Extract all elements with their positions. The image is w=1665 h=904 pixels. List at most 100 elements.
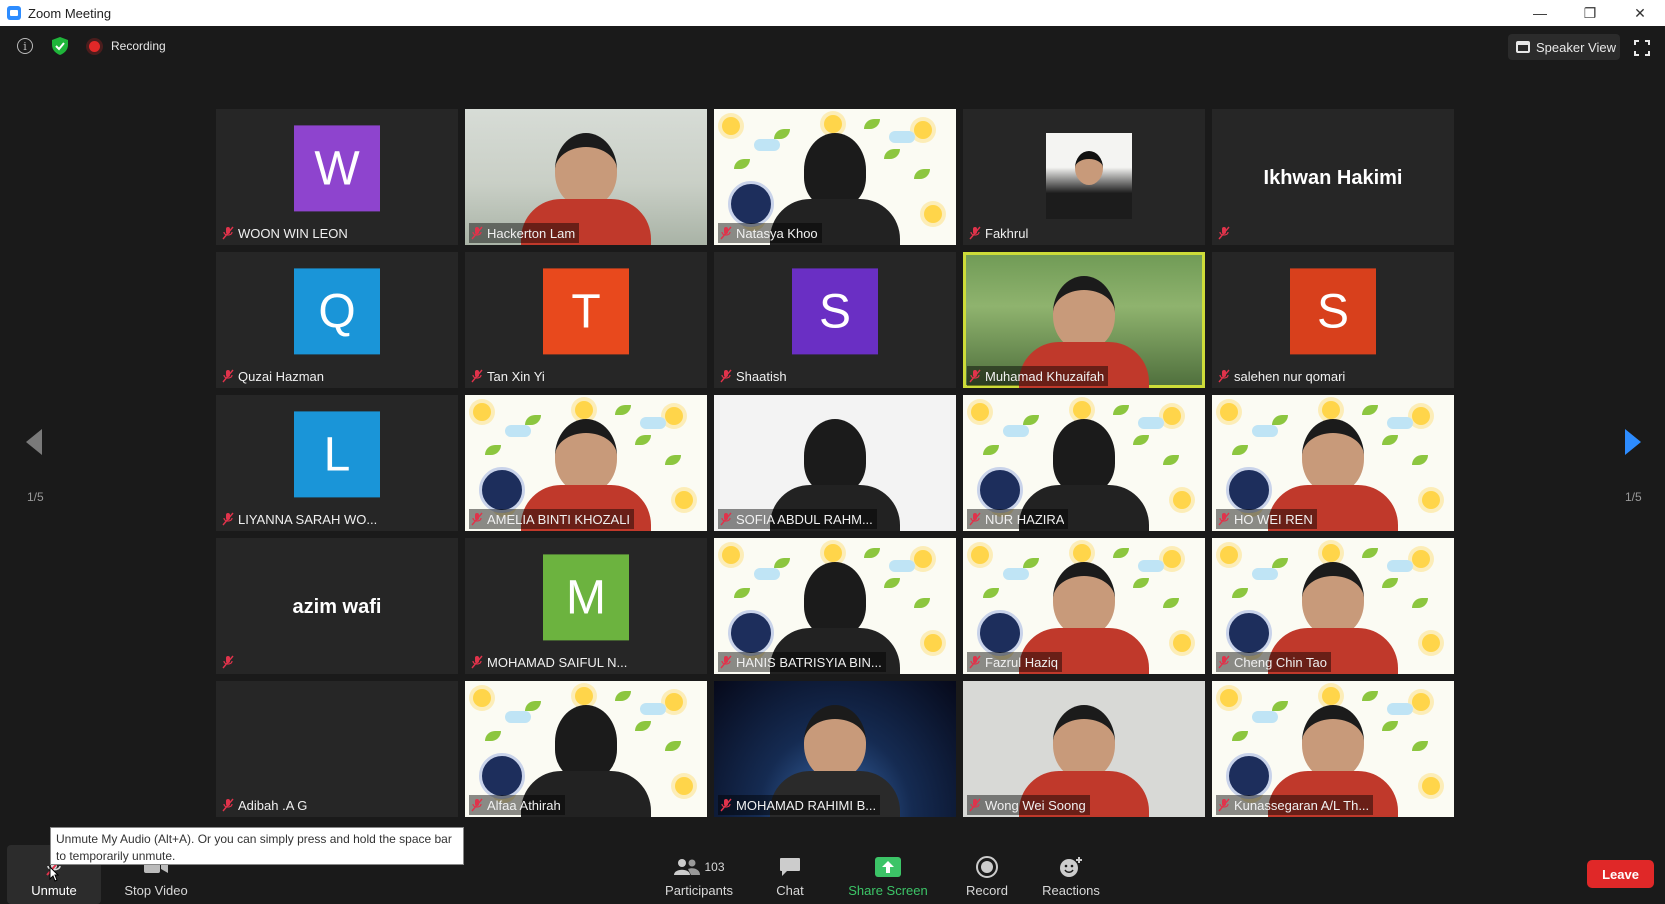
participant-label: Shaatish [718, 366, 791, 386]
participant-label: LIYANNA SARAH WO... [220, 509, 381, 529]
participant-name: Fakhrul [985, 225, 1029, 241]
participants-label: Participants [665, 883, 733, 898]
participant-tile[interactable]: S Shaatish [714, 252, 956, 388]
recording-label[interactable]: Recording [111, 39, 166, 53]
leaf-decoration [914, 598, 930, 608]
leave-meeting-button[interactable]: Leave [1587, 860, 1654, 888]
leaf-decoration [1113, 548, 1129, 558]
participant-label: MOHAMAD SAIFUL N... [469, 652, 631, 672]
stop-video-label: Stop Video [124, 883, 188, 898]
sun-decoration [914, 121, 932, 139]
sun-decoration [971, 546, 989, 564]
next-page-arrow-icon[interactable] [1623, 427, 1643, 457]
share-screen-button[interactable]: Share Screen [842, 845, 934, 904]
participants-button[interactable]: 103 Participants [656, 845, 742, 904]
leaf-decoration [1232, 445, 1248, 455]
leaf-decoration [615, 691, 631, 701]
participant-tile[interactable]: Fazrul Haziq [963, 538, 1205, 674]
muted-microphone-icon [720, 226, 732, 240]
participant-tile[interactable]: Wong Wei Soong [963, 681, 1205, 817]
participant-label: Tan Xin Yi [469, 366, 549, 386]
fullscreen-icon[interactable] [1634, 40, 1650, 56]
participant-label: HANIS BATRISYIA BIN... [718, 652, 886, 672]
chat-label: Chat [776, 883, 804, 898]
leaf-decoration [485, 445, 501, 455]
participant-tile[interactable]: Ssalehen nur qomari [1212, 252, 1454, 388]
participant-tile[interactable]: HANIS BATRISYIA BIN... [714, 538, 956, 674]
participant-tile[interactable]: azim wafi [216, 538, 458, 674]
participant-tile[interactable]: Alfaa Athirah [465, 681, 707, 817]
record-icon [974, 856, 1000, 878]
participant-tile[interactable]: Ikhwan Hakimi [1212, 109, 1454, 245]
participant-tile[interactable]: NUR HAZIRA [963, 395, 1205, 531]
sun-decoration [924, 634, 942, 652]
muted-microphone-icon [969, 369, 981, 383]
muted-microphone-icon [1218, 226, 1230, 240]
sun-decoration [575, 687, 593, 705]
participant-avatar: T [543, 268, 629, 355]
record-button[interactable]: Record [955, 845, 1019, 904]
restore-button[interactable]: ❐ [1565, 0, 1615, 26]
sun-decoration [1163, 550, 1181, 568]
participants-count: 103 [704, 860, 725, 874]
sun-decoration [824, 115, 842, 133]
sun-decoration [1322, 544, 1340, 562]
participant-tile[interactable]: T Tan Xin Yi [465, 252, 707, 388]
page-indicator-left: 1/5 [27, 490, 44, 504]
share-screen-label: Share Screen [848, 883, 928, 898]
participant-name: HO WEI REN [1234, 511, 1313, 527]
muted-microphone-icon [720, 655, 732, 669]
muted-microphone-icon [720, 798, 732, 812]
sun-decoration [665, 693, 683, 711]
leaf-decoration [1412, 598, 1428, 608]
school-logo-icon [977, 467, 1023, 513]
muted-microphone-icon [1218, 512, 1230, 526]
participant-tile[interactable]: L LIYANNA SARAH WO... [216, 395, 458, 531]
participant-name: Tan Xin Yi [487, 368, 545, 384]
school-logo-icon [479, 753, 525, 799]
participant-avatar: Q [294, 268, 380, 355]
speaker-view-label: Speaker View [1536, 39, 1616, 55]
previous-page-arrow-icon[interactable] [24, 427, 44, 457]
close-button[interactable]: ✕ [1615, 0, 1665, 26]
meeting-info-icon[interactable]: i [17, 38, 33, 54]
participant-label [220, 652, 238, 672]
school-logo-icon [1226, 610, 1272, 656]
participant-tile[interactable]: M MOHAMAD SAIFUL N... [465, 538, 707, 674]
sun-decoration [1412, 407, 1430, 425]
participant-tile[interactable]: AMELIA BINTI KHOZALI [465, 395, 707, 531]
page-indicator-right: 1/5 [1625, 490, 1642, 504]
participant-tile[interactable]: Cheng Chin Tao [1212, 538, 1454, 674]
participant-tile[interactable]: Muhamad Khuzaifah [963, 252, 1205, 388]
participants-icon: 103 [669, 856, 729, 878]
participant-tile[interactable]: Adibah .A G [216, 681, 458, 817]
leaf-decoration [665, 741, 681, 751]
participant-tile[interactable]: SOFIA ABDUL RAHM... [714, 395, 956, 531]
encryption-shield-icon[interactable] [52, 37, 68, 55]
participant-tile[interactable]: MOHAMAD RAHIMI B... [714, 681, 956, 817]
participant-tile[interactable]: W WOON WIN LEON [216, 109, 458, 245]
sun-decoration [971, 403, 989, 421]
participant-tile[interactable]: HO WEI REN [1212, 395, 1454, 531]
muted-microphone-icon [969, 798, 981, 812]
sun-decoration [1220, 689, 1238, 707]
muted-microphone-icon [222, 798, 234, 812]
leaf-decoration [1412, 741, 1428, 751]
participant-display-name: Ikhwan Hakimi [1263, 167, 1403, 189]
participant-tile[interactable]: Fakhrul [963, 109, 1205, 245]
participant-tile[interactable]: Hackerton Lam [465, 109, 707, 245]
muted-microphone-icon [471, 798, 483, 812]
speaker-view-button[interactable]: Speaker View [1508, 34, 1620, 60]
participant-tile[interactable]: Natasya Khoo [714, 109, 956, 245]
participant-tile[interactable]: Kunassegaran A/L Th... [1212, 681, 1454, 817]
participant-tile[interactable]: Q Quzai Hazman [216, 252, 458, 388]
chat-button[interactable]: Chat [760, 845, 820, 904]
participant-label: Quzai Hazman [220, 366, 328, 386]
reactions-button[interactable]: Reactions [1034, 845, 1108, 904]
participant-name: Alfaa Athirah [487, 797, 561, 813]
recording-indicator-icon [89, 41, 100, 52]
participant-gallery-grid: W WOON WIN LEON Hackerton Lam Natasya Khoo F… [216, 109, 1454, 817]
zoom-meeting-window: Zoom Meeting — ❐ ✕ i Recording Speaker V… [0, 0, 1665, 904]
minimize-button[interactable]: — [1515, 0, 1565, 26]
leaf-decoration [1412, 455, 1428, 465]
